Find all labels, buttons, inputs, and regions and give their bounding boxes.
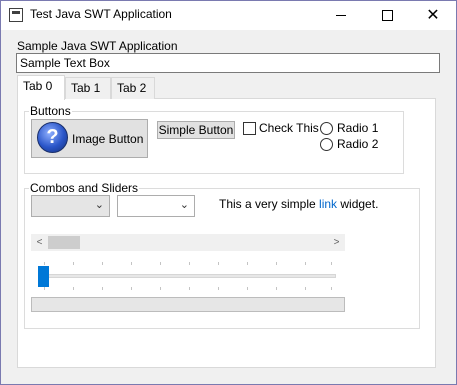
- radio-1-label[interactable]: Radio 1: [337, 121, 378, 135]
- slider-tick: [102, 287, 103, 290]
- slider-tick: [73, 287, 74, 290]
- tab-0[interactable]: Tab 0: [17, 75, 65, 100]
- app-icon: [9, 8, 23, 22]
- slider-tick: [276, 262, 277, 265]
- scroll-left-icon[interactable]: <: [31, 234, 48, 251]
- scroll-right-icon[interactable]: >: [328, 234, 345, 251]
- slider-tick: [247, 262, 248, 265]
- maximize-button[interactable]: [364, 1, 410, 30]
- slider-tick: [131, 262, 132, 265]
- radio-1[interactable]: [320, 122, 333, 135]
- slider-tick: [247, 287, 248, 290]
- slider-tick: [218, 262, 219, 265]
- link[interactable]: link: [319, 197, 337, 211]
- horizontal-scrollbar[interactable]: < >: [31, 234, 345, 251]
- progress-bar: [31, 297, 345, 312]
- slider-tick: [131, 287, 132, 290]
- slider-tick: [160, 262, 161, 265]
- tab-2[interactable]: Tab 2: [111, 77, 155, 99]
- buttons-group-title: Buttons: [29, 104, 72, 118]
- slider-tick: [276, 287, 277, 290]
- slider-track: [42, 274, 336, 278]
- link-widget-text: This a very simple link widget.: [219, 197, 378, 211]
- slider-tick: [331, 287, 332, 290]
- checkbox-label[interactable]: Check This: [259, 121, 319, 135]
- check-this-checkbox[interactable]: [243, 122, 256, 135]
- radio-2-label[interactable]: Radio 2: [337, 137, 378, 151]
- slider-tick: [102, 262, 103, 265]
- close-icon: ✕: [426, 6, 440, 24]
- sample-text-box[interactable]: Sample Text Box: [16, 53, 440, 73]
- slider-tick: [73, 262, 74, 265]
- simple-button[interactable]: Simple Button: [157, 121, 235, 139]
- chevron-down-icon: ⌄: [94, 199, 104, 211]
- radio-2[interactable]: [320, 138, 333, 151]
- slider-thumb[interactable]: [38, 266, 49, 287]
- slider-tick: [44, 262, 45, 265]
- maximize-icon: [381, 10, 393, 21]
- help-icon-glyph: ?: [46, 126, 59, 148]
- chevron-down-icon: ⌄: [179, 199, 189, 211]
- minimize-icon: [336, 15, 346, 16]
- combo-box-2[interactable]: ⌄: [117, 195, 195, 217]
- slider-tick: [189, 287, 190, 290]
- slider-tick: [305, 287, 306, 290]
- window-title: Test Java SWT Application: [30, 7, 172, 21]
- image-button-label: Image Button: [72, 132, 144, 146]
- tab-1[interactable]: Tab 1: [65, 77, 111, 99]
- slider-tick: [331, 262, 332, 265]
- link-text-before: This a very simple: [219, 197, 320, 211]
- slider-tick: [44, 287, 45, 290]
- scroll-thumb[interactable]: [48, 236, 80, 249]
- slider-tick: [305, 262, 306, 265]
- help-icon: ?: [37, 122, 68, 153]
- slider-tick: [218, 287, 219, 290]
- combo-box-1[interactable]: ⌄: [31, 195, 110, 217]
- minimize-button[interactable]: [318, 1, 364, 30]
- close-button[interactable]: ✕: [410, 1, 456, 30]
- slider-tick: [160, 287, 161, 290]
- slider-tick: [189, 262, 190, 265]
- link-text-after: widget.: [337, 197, 379, 211]
- app-label: Sample Java SWT Application: [17, 39, 178, 53]
- combos-group-title: Combos and Sliders: [29, 181, 140, 195]
